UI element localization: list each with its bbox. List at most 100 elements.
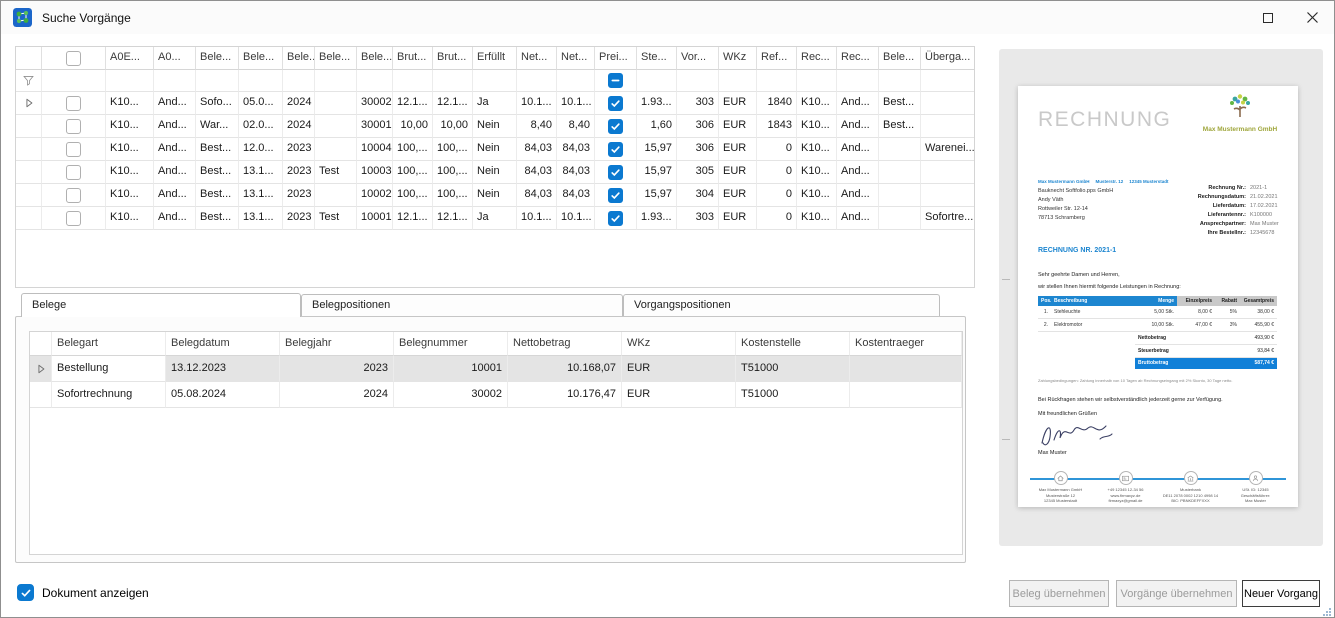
grid-cell[interactable]: 10004	[357, 138, 393, 161]
grid-cell[interactable]: And...	[154, 138, 196, 161]
row-checkbox[interactable]	[66, 165, 81, 180]
grid-cell[interactable]: 2024	[280, 382, 394, 408]
column-header[interactable]: WKz	[719, 47, 757, 70]
grid-cell[interactable]	[850, 356, 962, 382]
grid-cell[interactable]: 05.08.2024	[166, 382, 280, 408]
grid-cell[interactable]: 10.168,07	[508, 356, 622, 382]
grid-cell[interactable]	[595, 184, 637, 207]
grid-cell[interactable]: K10...	[106, 115, 154, 138]
grid-cell[interactable]: 0	[757, 161, 797, 184]
column-header[interactable]: Brut...	[393, 47, 433, 70]
column-header[interactable]: Belegjahr	[280, 332, 394, 356]
grid-cell[interactable]: War...	[196, 115, 239, 138]
main-grid-row[interactable]: K10...And...Best...12.0...202310004100,.…	[16, 138, 974, 161]
grid-cell[interactable]: 100,...	[433, 138, 473, 161]
filter-cell[interactable]	[473, 70, 517, 92]
filter-cell[interactable]	[517, 70, 557, 92]
grid-cell[interactable]: 10.1...	[557, 207, 595, 230]
row-select-cell[interactable]	[42, 184, 106, 207]
grid-cell[interactable]: Best...	[196, 138, 239, 161]
tab-belegpositionen[interactable]: Belegpositionen	[301, 294, 623, 316]
grid-cell[interactable]: EUR	[622, 356, 736, 382]
grid-cell[interactable]: Best...	[196, 207, 239, 230]
grid-cell[interactable]	[315, 184, 357, 207]
show-document-checkbox[interactable]: Dokument anzeigen	[17, 584, 149, 601]
column-header[interactable]: Ref...	[757, 47, 797, 70]
filter-cell[interactable]	[879, 70, 921, 92]
grid-cell[interactable]: And...	[154, 161, 196, 184]
column-header[interactable]: Vor...	[677, 47, 719, 70]
filter-cell[interactable]	[797, 70, 837, 92]
grid-cell[interactable]: 13.1...	[239, 161, 283, 184]
grid-cell[interactable]: K10...	[106, 138, 154, 161]
grid-cell[interactable]: And...	[837, 184, 879, 207]
row-select-cell[interactable]	[42, 138, 106, 161]
column-header[interactable]: Überga...	[921, 47, 975, 70]
cell-checkbox[interactable]	[608, 142, 623, 157]
grid-cell[interactable]: EUR	[719, 115, 757, 138]
column-header[interactable]: Bele...	[239, 47, 283, 70]
grid-cell[interactable]: 303	[677, 92, 719, 115]
filter-cell[interactable]	[315, 70, 357, 92]
grid-cell[interactable]: 10001	[357, 207, 393, 230]
grid-cell[interactable]: 306	[677, 138, 719, 161]
grid-cell[interactable]: 8,40	[557, 115, 595, 138]
filter-checkbox[interactable]	[608, 73, 623, 88]
grid-cell[interactable]: 1840	[757, 92, 797, 115]
grid-cell[interactable]: K10...	[797, 115, 837, 138]
column-header[interactable]: Bele...	[283, 47, 315, 70]
checkbox-checked-icon[interactable]	[17, 584, 34, 601]
column-header[interactable]: WKz	[622, 332, 736, 356]
grid-cell[interactable]: Best...	[196, 184, 239, 207]
grid-cell[interactable]: K10...	[797, 184, 837, 207]
column-header[interactable]: Net...	[557, 47, 595, 70]
column-header[interactable]: Ste...	[637, 47, 677, 70]
grid-cell[interactable]: Ja	[473, 92, 517, 115]
grid-cell[interactable]	[595, 92, 637, 115]
grid-cell[interactable]: 100,...	[393, 161, 433, 184]
filter-cell[interactable]	[239, 70, 283, 92]
cell-checkbox[interactable]	[608, 119, 623, 134]
grid-cell[interactable]: 1.93...	[637, 207, 677, 230]
grid-cell[interactable]: Test	[315, 161, 357, 184]
grid-cell[interactable]: Sofo...	[196, 92, 239, 115]
grid-cell[interactable]: Nein	[473, 138, 517, 161]
select-all-checkbox[interactable]	[66, 51, 81, 66]
grid-cell[interactable]: 15,97	[637, 161, 677, 184]
column-header[interactable]: A0E...	[106, 47, 154, 70]
grid-cell[interactable]: Bestellung	[52, 356, 166, 382]
filter-cell[interactable]	[595, 70, 637, 92]
grid-cell[interactable]: 100,...	[393, 138, 433, 161]
grid-cell[interactable]: 2023	[283, 161, 315, 184]
grid-cell[interactable]: 2024	[283, 92, 315, 115]
grid-cell[interactable]: K10...	[106, 92, 154, 115]
grid-cell[interactable]: 84,03	[557, 138, 595, 161]
filter-cell[interactable]	[393, 70, 433, 92]
cell-checkbox[interactable]	[608, 165, 623, 180]
filter-cell[interactable]	[837, 70, 879, 92]
grid-cell[interactable]: 84,03	[557, 184, 595, 207]
grid-cell[interactable]: Sofortrechnung	[52, 382, 166, 408]
column-header[interactable]: Rec...	[797, 47, 837, 70]
filter-cell[interactable]	[677, 70, 719, 92]
grid-cell[interactable]: 30001	[357, 115, 393, 138]
main-grid-row[interactable]: K10...And...Best...13.1...2023Test100011…	[16, 207, 974, 230]
main-grid-row[interactable]: K10...And...War...02.0...20243000110,001…	[16, 115, 974, 138]
grid-cell[interactable]: 84,03	[517, 161, 557, 184]
column-header[interactable]: Nettobetrag	[508, 332, 622, 356]
row-checkbox[interactable]	[66, 188, 81, 203]
grid-cell[interactable]: K10...	[797, 92, 837, 115]
grid-cell[interactable]: 15,97	[637, 184, 677, 207]
grid-cell[interactable]: 2024	[283, 115, 315, 138]
grid-cell[interactable]: 13.1...	[239, 207, 283, 230]
cell-checkbox[interactable]	[608, 211, 623, 226]
grid-cell[interactable]: T51000	[736, 382, 850, 408]
grid-cell[interactable]: 10,00	[433, 115, 473, 138]
cell-checkbox[interactable]	[608, 188, 623, 203]
column-header[interactable]: Belegart	[52, 332, 166, 356]
grid-cell[interactable]: 0	[757, 138, 797, 161]
grid-cell[interactable]: 1.93...	[637, 92, 677, 115]
filter-cell[interactable]	[433, 70, 473, 92]
main-grid-row[interactable]: K10...And...Best...13.1...2023Test100031…	[16, 161, 974, 184]
grid-cell[interactable]: 84,03	[517, 184, 557, 207]
